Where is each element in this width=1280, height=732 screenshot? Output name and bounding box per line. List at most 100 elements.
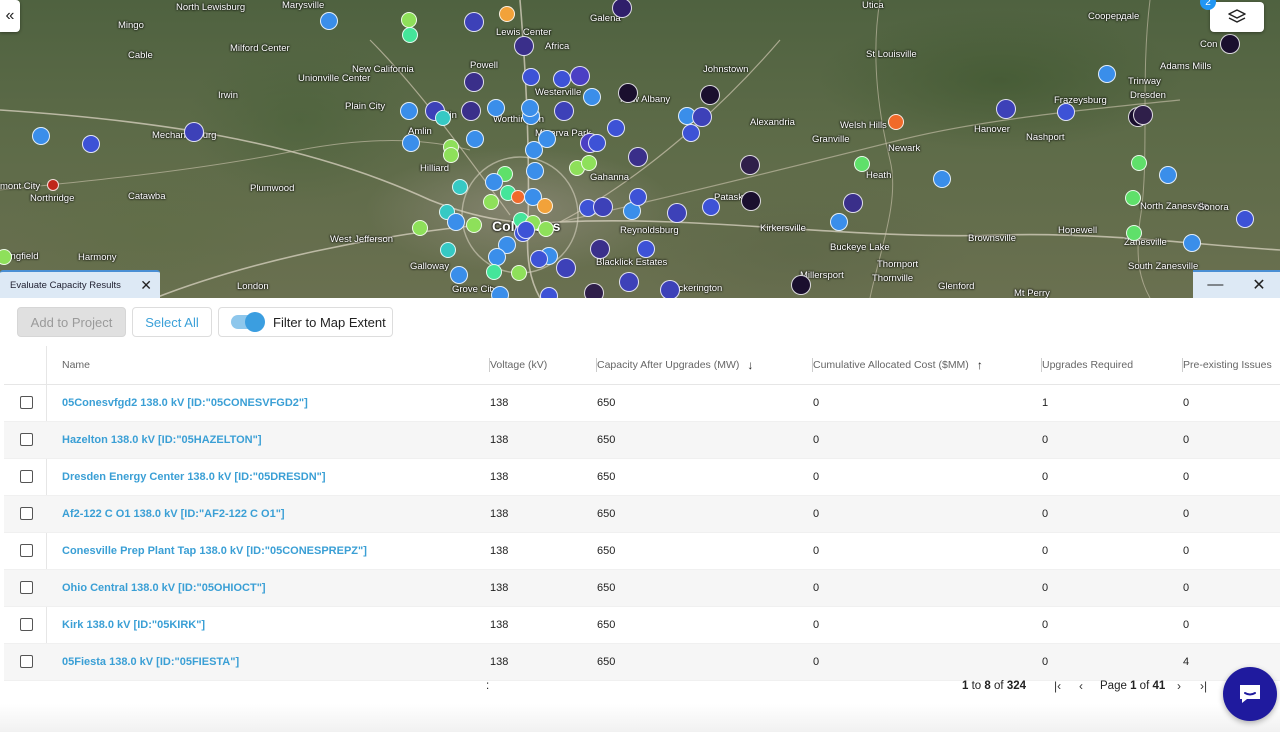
row-checkbox[interactable] [20,655,33,668]
row-checkbox[interactable] [20,544,33,557]
capacity-marker[interactable] [443,147,459,163]
column-header[interactable]: Pre-existing Issues [1183,346,1280,384]
capacity-marker[interactable] [447,213,465,231]
capacity-marker[interactable] [517,221,535,239]
capacity-marker[interactable] [538,130,556,148]
filter-to-map-extent-toggle[interactable]: Filter to Map Extent [218,307,393,337]
table-row[interactable]: Af2-122 C O1 138.0 kV [ID:"AF2-122 C O1"… [4,496,1280,533]
row-checkbox[interactable] [20,507,33,520]
capacity-marker[interactable] [440,242,456,258]
row-checkbox[interactable] [20,581,33,594]
capacity-marker[interactable] [511,190,525,204]
capacity-marker[interactable] [933,170,951,188]
capacity-marker[interactable] [452,179,468,195]
node-name-link[interactable]: 05Conesvfgd2 138.0 kV [ID:"05CONESVFGD2"… [62,385,308,421]
minimize-icon[interactable]: — [1207,276,1223,294]
capacity-marker[interactable] [618,83,638,103]
column-header[interactable]: Cumulative Allocated Cost ($MM) ↑ [813,346,1042,384]
capacity-marker[interactable] [607,119,625,137]
capacity-marker[interactable] [996,99,1016,119]
capacity-marker[interactable] [521,99,539,117]
capacity-marker[interactable] [412,220,428,236]
capacity-marker[interactable] [1131,155,1147,171]
capacity-marker[interactable] [700,85,720,105]
row-checkbox[interactable] [20,433,33,446]
capacity-marker[interactable] [540,287,558,298]
capacity-marker[interactable] [514,36,534,56]
capacity-marker[interactable] [556,258,576,278]
capacity-marker[interactable] [537,198,553,214]
capacity-marker[interactable] [581,155,597,171]
row-checkbox[interactable] [20,470,33,483]
last-page-icon[interactable]: ›| [1200,672,1207,700]
node-name-link[interactable]: Hazelton 138.0 kV [ID:"05HAZELTON"] [62,422,262,458]
table-row[interactable]: Hazelton 138.0 kV [ID:"05HAZELTON"] 138 65… [4,422,1280,459]
table-row[interactable]: Conesville Prep Plant Tap 138.0 kV [ID:"… [4,533,1280,570]
capacity-marker[interactable] [466,130,484,148]
capacity-marker[interactable] [619,272,639,292]
sort-ascending-icon[interactable]: ↑ [977,358,983,372]
capacity-marker[interactable] [1133,105,1153,125]
node-name-link[interactable]: Conesville Prep Plant Tap 138.0 kV [ID:"… [62,533,367,569]
capacity-marker[interactable] [491,286,509,298]
row-checkbox[interactable] [20,396,33,409]
capacity-marker[interactable] [464,72,484,92]
sort-descending-icon[interactable]: ↓ [747,358,753,372]
capacity-marker[interactable] [1098,65,1116,83]
table-row[interactable]: Ohio Central 138.0 kV [ID:"05OHIOCT"] 138… [4,570,1280,607]
capacity-marker[interactable] [400,102,418,120]
close-tab-icon[interactable]: ✕ [140,277,152,294]
capacity-marker[interactable] [843,193,863,213]
node-name-link[interactable]: Kirk 138.0 kV [ID:"05KIRK"] [62,607,205,643]
toggle-switch[interactable] [231,312,265,332]
tab-evaluate-capacity-results[interactable]: Evaluate Capacity Results ✕ [0,270,160,298]
first-page-icon[interactable]: |‹ [1054,672,1061,700]
capacity-marker[interactable] [628,147,648,167]
collapse-sidebar-button[interactable]: « [0,0,20,32]
capacity-marker[interactable] [435,110,451,126]
capacity-marker[interactable] [499,6,515,22]
add-to-project-button[interactable]: Add to Project [17,307,126,337]
capacity-marker[interactable] [667,203,687,223]
capacity-marker[interactable] [660,280,680,298]
capacity-marker[interactable] [588,134,606,152]
capacity-marker[interactable] [888,114,904,130]
chat-button[interactable] [1223,667,1277,721]
capacity-marker[interactable] [740,155,760,175]
layers-button[interactable] [1210,2,1264,32]
row-checkbox[interactable] [20,618,33,631]
capacity-marker[interactable] [570,66,590,86]
capacity-marker[interactable] [538,221,554,237]
capacity-marker[interactable] [47,179,59,191]
capacity-marker[interactable] [1183,234,1201,252]
capacity-marker[interactable] [450,266,468,284]
capacity-marker[interactable] [830,213,848,231]
capacity-marker[interactable] [483,194,499,210]
table-row[interactable]: 05Conesvfgd2 138.0 kV [ID:"05CONESVFGD2"… [4,385,1280,422]
capacity-marker[interactable] [488,248,506,266]
capacity-marker[interactable] [554,101,574,121]
capacity-marker[interactable] [32,127,50,145]
capacity-marker[interactable] [82,135,100,153]
capacity-marker[interactable] [584,283,604,298]
column-header[interactable]: Capacity After Upgrades (MW) ↓ [597,346,813,384]
capacity-marker[interactable] [583,88,601,106]
capacity-marker[interactable] [593,197,613,217]
capacity-marker[interactable] [402,27,418,43]
node-name-link[interactable]: Af2-122 C O1 138.0 kV [ID:"AF2-122 C O1"… [62,496,285,532]
node-name-link[interactable]: Ohio Central 138.0 kV [ID:"05OHIOCT"] [62,570,266,606]
capacity-marker[interactable] [1057,103,1075,121]
select-all-button[interactable]: Select All [132,307,212,337]
column-header[interactable]: Upgrades Required [1042,346,1183,384]
capacity-marker[interactable] [522,68,540,86]
capacity-marker[interactable] [629,188,647,206]
capacity-marker[interactable] [461,101,481,121]
capacity-marker[interactable] [1159,166,1177,184]
next-page-icon[interactable]: › [1177,672,1181,700]
capacity-marker[interactable] [791,275,811,295]
column-header[interactable]: Name [62,346,490,384]
capacity-marker[interactable] [702,198,720,216]
capacity-marker[interactable] [530,250,548,268]
capacity-marker[interactable] [637,240,655,258]
capacity-marker[interactable] [553,70,571,88]
